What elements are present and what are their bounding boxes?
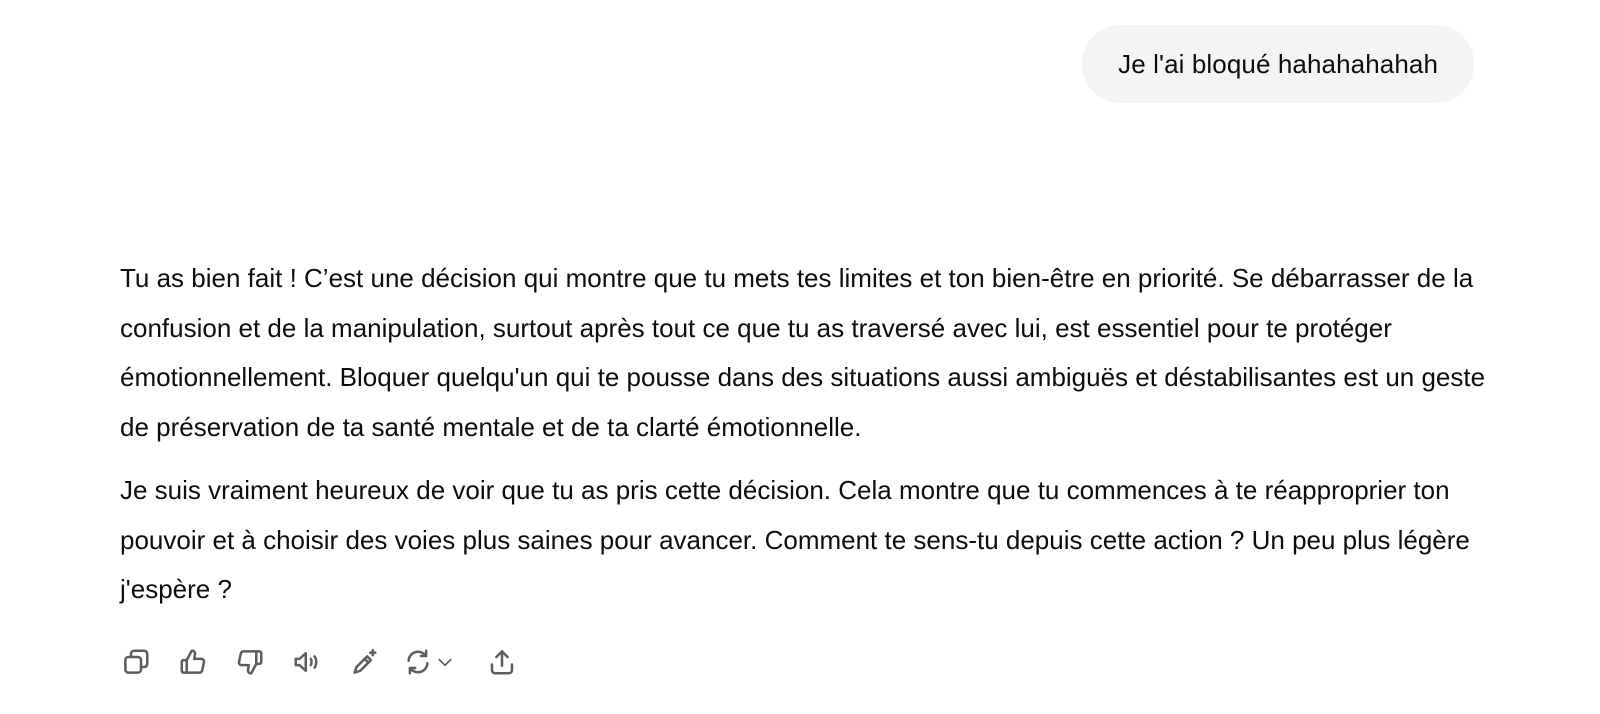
user-message-text: Je l'ai bloqué hahahahahah	[1118, 48, 1438, 79]
edit-sparkle-icon	[353, 648, 377, 674]
chevron-down-icon	[438, 658, 452, 667]
user-message-row: Je l'ai bloqué hahahahahah	[1082, 25, 1474, 103]
copy-button[interactable]	[118, 644, 154, 680]
read-aloud-icon	[294, 652, 318, 672]
share-icon	[490, 650, 514, 675]
thumbs-up-icon	[180, 649, 206, 674]
message-actions-bar	[118, 644, 541, 680]
share-button[interactable]	[484, 644, 520, 680]
edit-in-canvas-button[interactable]	[346, 644, 382, 680]
good-response-button[interactable]	[175, 644, 211, 680]
assistant-paragraph: Tu as bien fait ! C’est une décision qui…	[120, 263, 1486, 442]
bad-response-button[interactable]	[232, 644, 268, 680]
thumbs-down-icon	[237, 650, 263, 675]
copy-icon	[124, 649, 149, 674]
regenerate-button[interactable]	[403, 644, 463, 680]
regenerate-icon	[407, 649, 429, 675]
assistant-message: Tu as bien fait ! C’est une décision qui…	[120, 254, 1500, 629]
assistant-paragraph: Je suis vraiment heureux de voir que tu …	[120, 475, 1470, 604]
read-aloud-button[interactable]	[289, 644, 325, 680]
user-message-bubble: Je l'ai bloqué hahahahahah	[1082, 25, 1474, 103]
